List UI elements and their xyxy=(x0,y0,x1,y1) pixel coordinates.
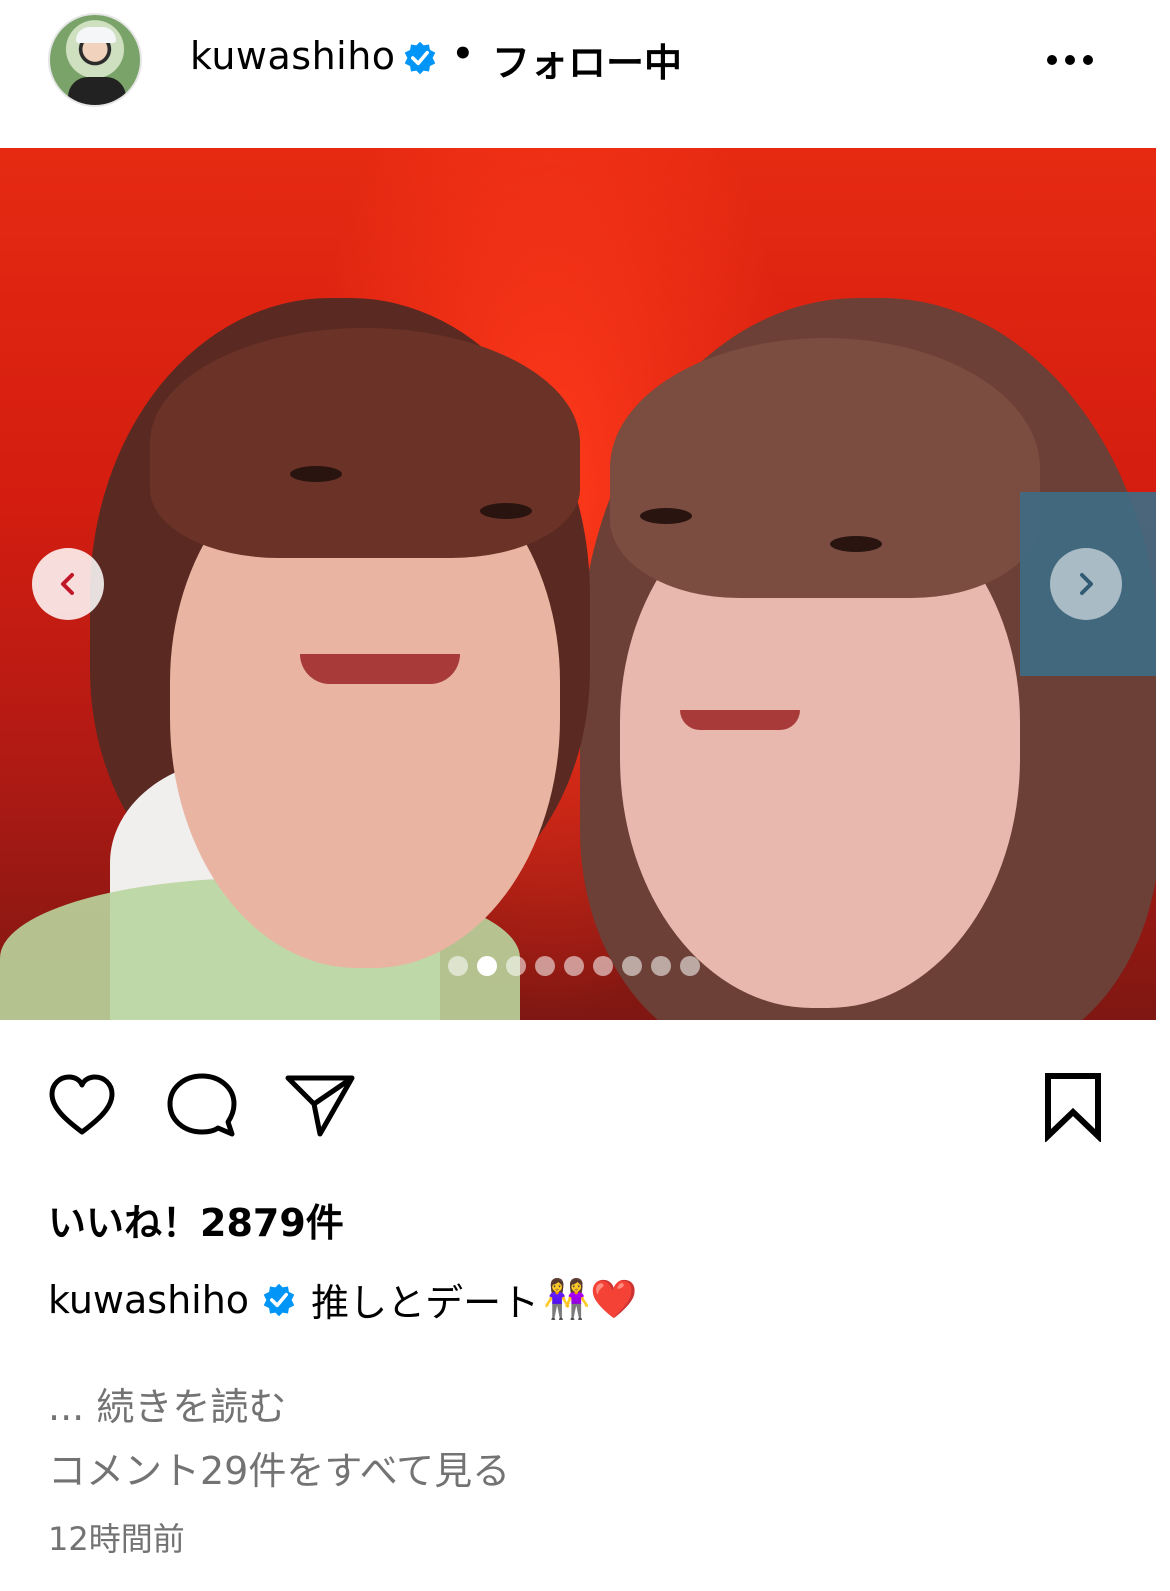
photo-mouth xyxy=(680,710,800,730)
photo-eye xyxy=(290,466,342,482)
paper-plane-icon[interactable] xyxy=(284,1070,356,1142)
photo-eye xyxy=(830,536,882,552)
carousel-dot xyxy=(593,956,613,976)
follow-status-button[interactable]: フォロー中 xyxy=(492,32,682,87)
photo-person-right-bangs xyxy=(610,338,1040,598)
caption-emojis: 👭❤️ xyxy=(543,1277,638,1321)
more-horizontal-icon[interactable] xyxy=(1040,40,1100,80)
photo-eye xyxy=(480,503,532,519)
likes-count[interactable]: いいね！2879件 xyxy=(48,1192,344,1247)
caption: kuwashiho 推しとデート 👭❤️ xyxy=(48,1272,638,1327)
bookmark-icon[interactable] xyxy=(1040,1070,1112,1142)
verified-badge-icon xyxy=(263,1283,295,1316)
avatar-shirt xyxy=(68,77,126,105)
carousel-dot xyxy=(680,956,700,976)
avatar[interactable] xyxy=(48,13,142,107)
caption-text: 推しとデート xyxy=(311,1281,540,1325)
chevron-right-icon xyxy=(1080,573,1093,595)
read-more-link[interactable]: ... 続きを読む xyxy=(48,1376,286,1431)
heart-icon[interactable] xyxy=(46,1070,118,1142)
post-header: kuwashiho • フォロー中 xyxy=(0,0,1170,148)
action-bar xyxy=(0,1070,1170,1150)
photo-mouth xyxy=(300,654,460,684)
caption-username[interactable]: kuwashiho xyxy=(48,1278,249,1322)
view-all-comments-link[interactable]: コメント29件をすべて見る xyxy=(48,1440,510,1495)
comment-icon[interactable] xyxy=(166,1070,238,1142)
verified-badge-icon xyxy=(404,41,436,75)
carousel-next-button[interactable] xyxy=(1050,548,1122,620)
carousel-dot xyxy=(622,956,642,976)
carousel-dot xyxy=(564,956,584,976)
post-timestamp: 12時間前 xyxy=(48,1520,185,1558)
separator-dot: • xyxy=(452,34,474,74)
photo-eye xyxy=(640,508,692,524)
chevron-left-icon xyxy=(61,573,74,595)
photo-person-left-bangs xyxy=(150,328,580,558)
carousel-dot xyxy=(651,956,671,976)
carousel-dot xyxy=(477,956,497,976)
carousel-prev-button[interactable] xyxy=(32,548,104,620)
post-photo[interactable] xyxy=(0,148,1156,1020)
carousel-dot xyxy=(448,956,468,976)
carousel-dot xyxy=(506,956,526,976)
carousel-dot xyxy=(535,956,555,976)
avatar-cap xyxy=(76,27,116,43)
header-username[interactable]: kuwashiho xyxy=(190,34,396,78)
carousel-dots xyxy=(448,956,700,976)
